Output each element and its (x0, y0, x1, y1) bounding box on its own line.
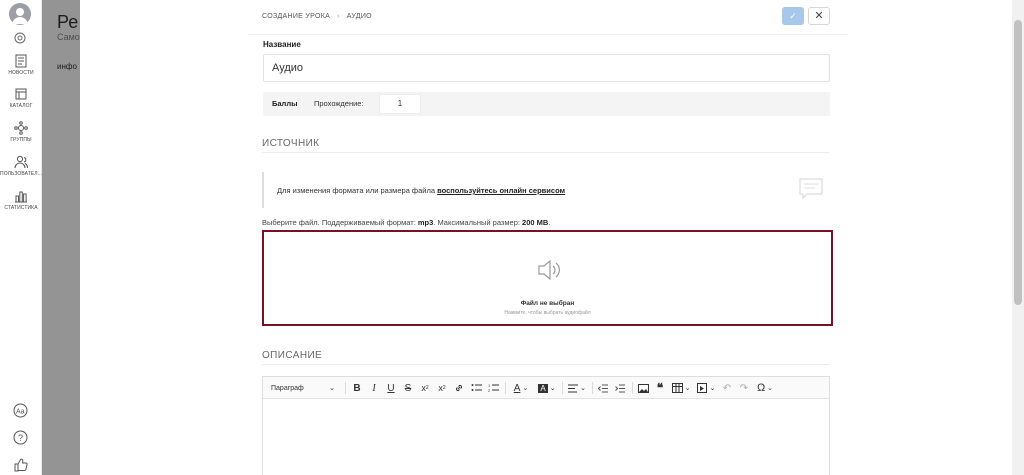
toolbar-separator (345, 382, 346, 394)
bulleted-list-icon[interactable] (468, 377, 484, 399)
chevron-right-icon: › (337, 13, 340, 20)
file-info-middle: . Максимальный размер: (433, 218, 523, 227)
special-characters-icon[interactable]: Ω ⌄ (753, 377, 777, 399)
hint-text-body: Для изменения формата или размера файла (277, 186, 438, 195)
svg-text:Aa: Aa (16, 409, 25, 416)
sidebar-item-label: СТАТИСТИКА (4, 205, 38, 211)
file-requirements: Выберите файл. Поддерживаемый формат: mp… (262, 218, 550, 227)
target-icon[interactable] (14, 31, 26, 49)
link-icon[interactable] (451, 377, 467, 399)
sidebar-item-label: КАТАЛОГ (9, 103, 33, 109)
app-sidebar: НОВОСТИ КАТАЛОГ ГРУППЫ ПОЛЬЗОВАТЕЛ... СТ… (0, 0, 42, 475)
svg-text:?: ? (18, 433, 23, 443)
file-format: mp3 (417, 218, 434, 227)
format-hint: Для изменения формата или размера файла … (262, 172, 830, 208)
scores-row: Баллы Прохождение: 1 (263, 92, 830, 116)
pass-score-input[interactable]: 1 (379, 94, 421, 114)
editor-toolbar: Параграф ⌄ B I U S x2 x2 12 A ⌄ A ⌄ ⌄ ❝ … (263, 377, 829, 399)
confirm-button[interactable]: ✓ (782, 7, 804, 25)
name-input[interactable]: Аудио (263, 54, 830, 82)
max-file-size: 200 MB (522, 218, 549, 227)
toolbar-separator (592, 382, 593, 394)
statistics-icon (15, 191, 27, 203)
thumbs-up-icon[interactable] (13, 457, 28, 475)
rich-text-editor: Параграф ⌄ B I U S x2 x2 12 A ⌄ A ⌄ ⌄ ❝ … (262, 376, 830, 475)
hint-accent-bar (262, 172, 264, 208)
sidebar-item-label: НОВОСТИ (8, 70, 34, 76)
paragraph-style-label: Параграф (271, 384, 304, 392)
sidebar-item-statistics[interactable]: СТАТИСТИКА (0, 189, 42, 211)
page-scrollbar[interactable] (1012, 0, 1024, 475)
strikethrough-icon[interactable]: S (400, 377, 416, 399)
groups-icon (14, 121, 28, 135)
toolbar-separator (632, 382, 633, 394)
bold-icon[interactable]: B (349, 377, 365, 399)
sidebar-item-label: ГРУППЫ (10, 137, 32, 143)
file-info-suffix: . (548, 218, 551, 227)
scores-title: Баллы (272, 99, 298, 108)
highlight-color-icon[interactable]: A ⌄ (535, 377, 559, 399)
sidebar-item-news[interactable]: НОВОСТИ (0, 54, 42, 76)
breadcrumb-item-audio: АУДИО (346, 13, 372, 20)
text-align-icon[interactable]: ⌄ (565, 377, 589, 399)
online-service-link[interactable]: воспользуйтесь онлайн сервисом (437, 186, 565, 195)
lesson-editor-modal: СОЗДАНИЕ УРОКА › АУДИО ✓ ✕ Название Аудио … (80, 0, 1012, 475)
header-divider (248, 34, 848, 35)
chevron-down-icon: ⌄ (329, 385, 335, 392)
news-icon (15, 54, 27, 68)
description-section-title: ОПИСАНИЕ (262, 350, 323, 361)
undo-icon[interactable]: ↶ (719, 377, 735, 399)
sidebar-item-catalog[interactable]: КАТАЛОГ (0, 87, 42, 109)
name-label: Название (263, 40, 301, 49)
sidebar-item-users[interactable]: ПОЛЬЗОВАТЕЛ... (0, 155, 42, 177)
close-button[interactable]: ✕ (808, 7, 830, 25)
superscript-icon[interactable]: x2 (434, 377, 450, 399)
image-icon[interactable] (635, 377, 651, 399)
svg-text:2: 2 (488, 388, 491, 393)
pass-label: Прохождение: (314, 99, 364, 108)
italic-icon[interactable]: I (366, 377, 382, 399)
underline-icon[interactable]: U (383, 377, 399, 399)
subscript-icon[interactable]: x2 (417, 377, 433, 399)
file-info-prefix: Выберите файл. Поддерживаемый формат: (262, 218, 418, 227)
redo-icon[interactable]: ↷ (736, 377, 752, 399)
speaker-icon (536, 258, 562, 287)
audio-dropzone[interactable]: Файл не выбран Нажмите, чтобы выбрать ау… (262, 230, 833, 326)
help-icon[interactable]: ? (13, 430, 28, 450)
breadcrumb: СОЗДАНИЕ УРОКА › АУДИО (262, 13, 372, 20)
media-embed-icon[interactable]: ⌄ (694, 377, 718, 399)
translate-icon[interactable]: Aa (13, 403, 28, 423)
section-divider (262, 364, 830, 365)
dropzone-title: Файл не выбран (520, 300, 575, 307)
blockquote-icon[interactable]: ❝ (652, 377, 668, 399)
paragraph-style-select[interactable]: Параграф ⌄ (265, 377, 341, 399)
toolbar-separator (505, 382, 506, 394)
source-section-title: ИСТОЧНИК (262, 138, 320, 149)
table-icon[interactable]: ⌄ (669, 377, 693, 399)
hint-text: Для изменения формата или размера файла … (277, 186, 565, 195)
avatar[interactable] (9, 3, 31, 25)
scrollbar-thumb[interactable] (1014, 20, 1022, 305)
font-color-icon[interactable]: A ⌄ (509, 377, 533, 399)
editor-content-area[interactable] (263, 399, 829, 475)
catalog-icon (15, 88, 27, 100)
section-divider (262, 152, 830, 153)
users-icon (14, 155, 28, 169)
numbered-list-icon[interactable]: 12 (485, 377, 501, 399)
indent-icon[interactable] (612, 377, 628, 399)
breadcrumb-item-create-lesson[interactable]: СОЗДАНИЕ УРОКА (262, 13, 330, 20)
dropzone-subtitle: Нажмите, чтобы выбрать аудиофайл (504, 310, 591, 316)
sidebar-item-label: ПОЛЬЗОВАТЕЛ... (0, 171, 42, 177)
chat-icon (799, 178, 823, 205)
sidebar-item-groups[interactable]: ГРУППЫ (0, 121, 42, 143)
toolbar-separator (562, 382, 563, 394)
outdent-icon[interactable] (595, 377, 611, 399)
